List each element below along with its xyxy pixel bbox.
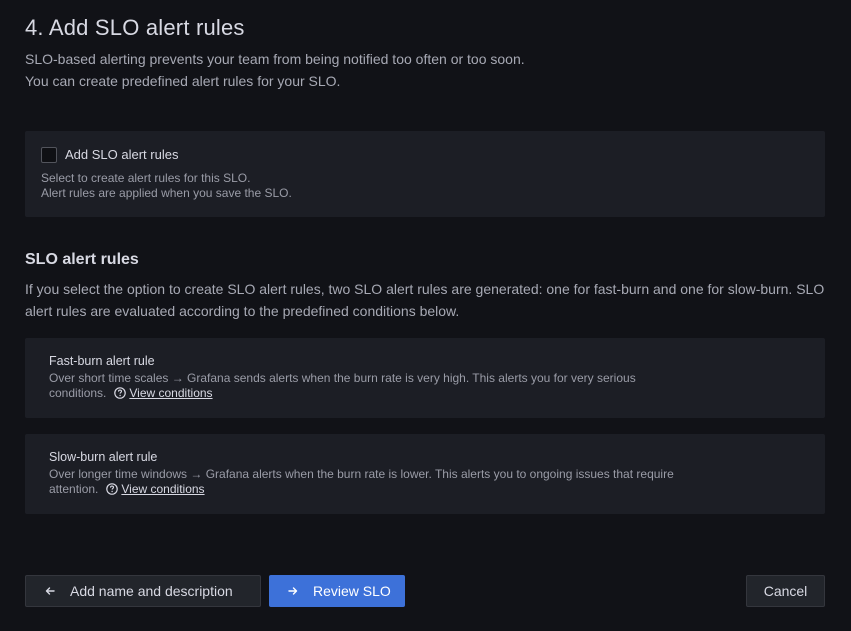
checkbox-desc-line-2: Alert rules are applied when you save th… — [41, 186, 292, 200]
slow-burn-description: Over longer time windows → Grafana alert… — [49, 467, 689, 497]
arrow-right-icon — [288, 587, 298, 595]
cancel-button[interactable]: Cancel — [746, 575, 825, 607]
add-alert-rules-description: Select to create alert rules for this SL… — [41, 171, 292, 201]
add-alert-rules-panel: Add SLO alert rules Select to create ale… — [25, 131, 825, 217]
fast-burn-rule-card: Fast-burn alert rule Over short time sca… — [25, 338, 825, 418]
intro-text: SLO-based alerting prevents your team fr… — [25, 48, 805, 92]
intro-line-1: SLO-based alerting prevents your team fr… — [25, 51, 525, 67]
slow-burn-rule-card: Slow-burn alert rule Over longer time wi… — [25, 434, 825, 514]
fast-burn-title: Fast-burn alert rule — [49, 354, 155, 368]
question-circle-icon — [106, 483, 119, 495]
review-slo-button[interactable]: Review SLO — [269, 575, 405, 607]
intro-line-2: You can create predefined alert rules fo… — [25, 73, 341, 89]
add-alert-rules-checkbox[interactable] — [41, 147, 57, 163]
back-button-label: Add name and description — [70, 583, 233, 599]
cancel-button-label: Cancel — [763, 583, 808, 599]
slow-burn-title: Slow-burn alert rule — [49, 450, 158, 464]
review-slo-button-label: Review SLO — [313, 583, 391, 599]
arrow-left-icon — [45, 587, 55, 595]
slo-alert-rules-step: 4. Add SLO alert rules SLO-based alertin… — [0, 0, 851, 631]
fast-burn-description: Over short time scales → Grafana sends a… — [49, 371, 689, 401]
section-description: If you select the option to create SLO a… — [25, 281, 825, 319]
add-alert-rules-label[interactable]: Add SLO alert rules — [65, 147, 178, 162]
section-title: SLO alert rules — [25, 251, 139, 268]
slow-burn-view-conditions-link[interactable]: View conditions — [121, 482, 204, 496]
checkbox-desc-line-1: Select to create alert rules for this SL… — [41, 171, 251, 185]
question-circle-icon — [114, 387, 127, 399]
page-title: 4. Add SLO alert rules — [25, 15, 245, 40]
back-button[interactable]: Add name and description — [25, 575, 261, 607]
fast-burn-view-conditions-link[interactable]: View conditions — [129, 386, 212, 400]
